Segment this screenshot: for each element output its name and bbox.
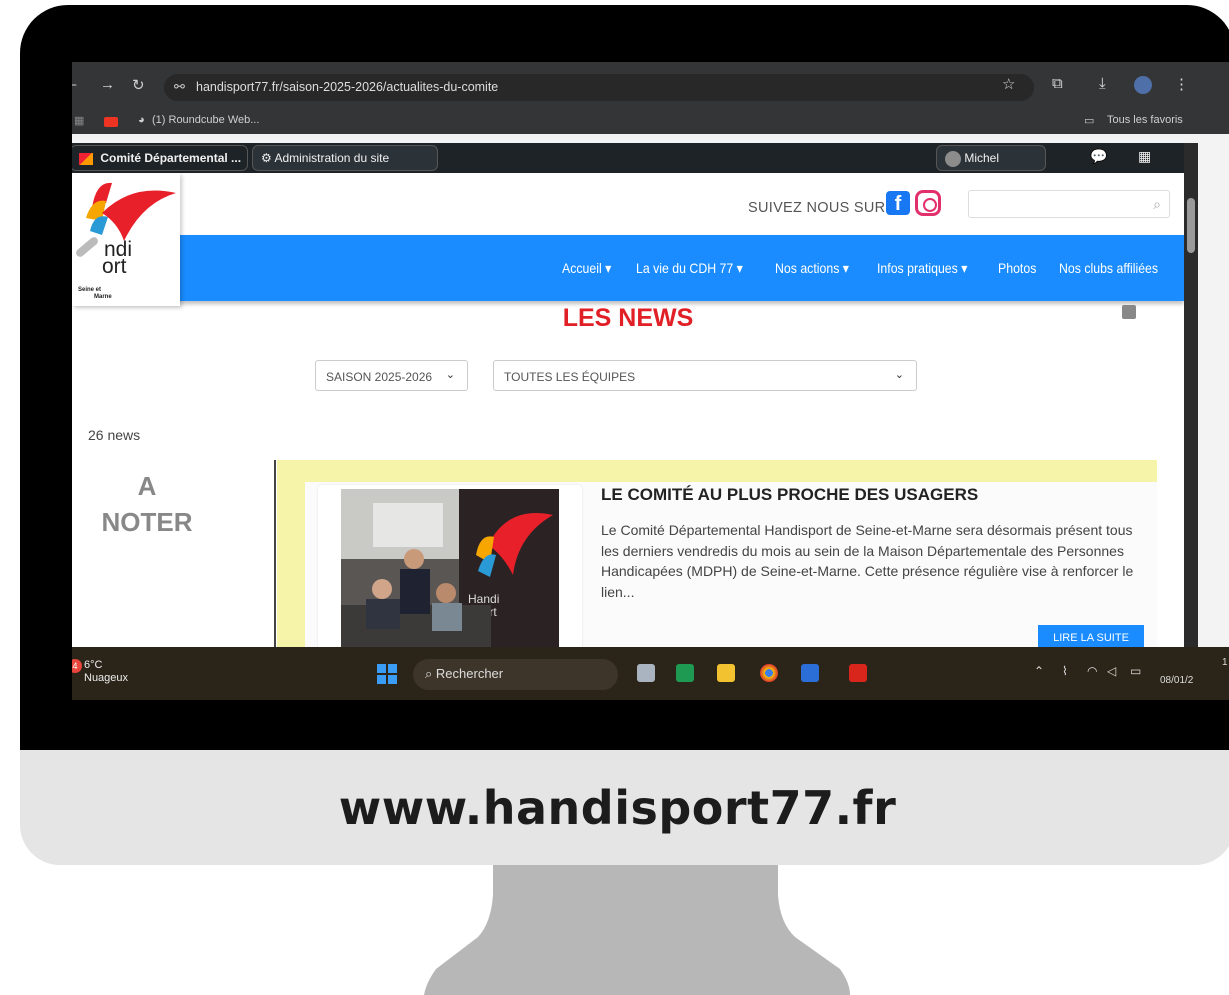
gear-icon: ⚙ [261, 151, 272, 165]
scrollbar-thumb[interactable] [1187, 198, 1195, 253]
reload-icon[interactable]: ↻ [132, 76, 145, 94]
monitor-url-label: www.handisport77.fr [338, 780, 897, 835]
outlook-icon[interactable] [801, 664, 819, 682]
instagram-icon[interactable] [915, 190, 941, 216]
screen: – → ↻ ⚯ handisport77.fr/saison-2025-2026… [72, 62, 1229, 700]
taskbar-search-label: Rechercher [435, 666, 504, 681]
nav-item-0[interactable]: Accueil ▾ [562, 260, 611, 277]
page-scrollbar[interactable] [1184, 143, 1198, 647]
nav-item-5[interactable]: Nos clubs affiliées [1059, 260, 1158, 277]
season-select-value: SAISON 2025-2026 [326, 370, 433, 384]
article-excerpt: Le Comité Départemental Handisport de Se… [601, 522, 1134, 600]
forward-icon[interactable]: → [100, 76, 115, 93]
page-title: LES NEWS [562, 304, 694, 332]
photo-banner-text-1: Handi [468, 592, 499, 606]
all-bookmarks[interactable]: Tous les favoris [1107, 114, 1183, 126]
folder-icon: ▭ [1084, 115, 1095, 127]
site-header: SUIVEZ NOUS SUR f ⌕ [72, 173, 1184, 235]
user-avatar [945, 151, 961, 167]
comments-icon[interactable]: 💬 [1090, 148, 1107, 165]
youtube-icon[interactable] [104, 117, 118, 127]
handisport-logo-icon: ndi ort Seine et Marne [76, 182, 176, 300]
user-name: Michel [964, 151, 1000, 166]
site-info-icon[interactable]: ⚯ [174, 79, 185, 95]
nav-item-1[interactable]: La vie du CDH 77 ▾ [636, 260, 743, 277]
search-icon: ⌕ [425, 666, 436, 681]
a-noter-line-2: NOTER [101, 507, 193, 537]
site-logo[interactable]: ndi ort Seine et Marne [72, 173, 180, 306]
nav-item-4[interactable]: Photos [998, 260, 1036, 277]
logo-region-2: Marne [94, 294, 112, 300]
news-count: 26 news [88, 427, 141, 443]
url-text: handisport77.fr/saison-2025-2026/actuali… [196, 80, 499, 94]
monitor-stand [424, 865, 850, 995]
a-noter-heading: A NOTER [82, 468, 212, 540]
task-view-icon[interactable] [637, 664, 655, 682]
volume-icon[interactable]: ◁ [1107, 664, 1116, 678]
user-menu[interactable]: Michel [936, 145, 1046, 171]
site-tab-label: Comité Départemental ... [100, 151, 242, 165]
teams-select[interactable]: TOUTES LES ÉQUIPES ⌄ [493, 360, 917, 391]
weather-widget[interactable]: 6°C Nuageux [84, 659, 128, 685]
season-select[interactable]: SAISON 2025-2026 ⌄ [315, 360, 468, 391]
extensions-icon[interactable]: ⧉ [1052, 75, 1063, 92]
search-input[interactable]: ⌕ [968, 190, 1170, 218]
roundcube-icon: ◕ [138, 114, 145, 126]
star-icon[interactable]: ☆ [1002, 75, 1015, 93]
tray-chevron-up-icon[interactable]: ⌃ [1034, 664, 1044, 678]
bookmark-roundcube[interactable]: (1) Roundcube Web... [152, 114, 259, 126]
article-title[interactable]: LE COMITÉ AU PLUS PROCHE DES USAGERS [601, 485, 978, 505]
rss-icon[interactable] [1122, 305, 1136, 319]
excel-icon[interactable] [676, 664, 694, 682]
weather-badge: 4 [72, 659, 82, 673]
monitor-chin: www.handisport77.fr [20, 750, 1229, 865]
clock-time[interactable]: 1 [1222, 657, 1228, 668]
news-photo[interactable]: Handi Sport [318, 485, 582, 650]
chevron-down-icon: ⌄ [894, 369, 904, 381]
download-icon[interactable]: ⤓ [1099, 75, 1106, 92]
wp-admin-bar: Comité Départemental ... ⚙ Administratio… [72, 143, 1184, 173]
main-nav: Accueil ▾ La vie du CDH 77 ▾ Nos actions ▾… [72, 235, 1184, 301]
logo-region-1: Seine et [78, 287, 101, 293]
back-icon[interactable]: – [72, 76, 76, 93]
file-explorer-icon[interactable] [717, 664, 735, 682]
browser-toolbar: – → ↻ ⚯ handisport77.fr/saison-2025-2026… [72, 62, 1229, 112]
weather-condition: Nuageux [84, 672, 129, 684]
taskbar-search[interactable]: ⌕ Rechercher [413, 659, 618, 690]
network-icon[interactable]: ⌇ [1062, 664, 1068, 678]
windows-taskbar: 4 6°C Nuageux ⌕ Rechercher ⌃ ⌇ ◠ ◁ ▭ 1 0… [72, 647, 1229, 700]
nav-item-3[interactable]: Infos pratiques ▾ [877, 260, 967, 277]
apps-icon[interactable]: ▦ [74, 114, 84, 127]
chrome-icon[interactable] [760, 664, 778, 682]
site-favicon [79, 152, 93, 165]
windows-start-icon[interactable] [377, 664, 397, 684]
admin-dashboard-tab[interactable]: ⚙ Administration du site [252, 145, 438, 171]
facebook-icon[interactable]: f [886, 191, 910, 215]
chevron-down-icon: ⌄ [445, 369, 455, 381]
bookmarks-bar: ▦ ◕ (1) Roundcube Web... ▭ Tous les favo… [72, 110, 1229, 134]
web-page: SUIVEZ NOUS SUR f ⌕ Accueil ▾ La vie du C… [72, 173, 1184, 652]
monitor: – → ↻ ⚯ handisport77.fr/saison-2025-2026… [0, 0, 1229, 995]
teams-select-value: TOUTES LES ÉQUIPES [504, 370, 636, 384]
weather-temperature: 6°C [84, 659, 103, 671]
search-icon[interactable]: ⌕ [1153, 196, 1161, 213]
divider [274, 460, 276, 650]
a-noter-line-1: A [137, 471, 157, 501]
acrobat-icon[interactable] [849, 664, 867, 682]
news-photo-image: Handi Sport [341, 489, 559, 650]
wifi-icon[interactable]: ◠ [1087, 664, 1097, 678]
menu-icon[interactable]: ⋮ [1174, 75, 1189, 93]
follow-label: SUIVEZ NOUS SUR [748, 200, 886, 216]
battery-icon[interactable]: ▭ [1130, 664, 1141, 678]
admin-site-tab[interactable]: Comité Départemental ... [72, 145, 248, 171]
address-bar[interactable]: ⚯ handisport77.fr/saison-2025-2026/actua… [164, 74, 1034, 101]
nav-item-2[interactable]: Nos actions ▾ [775, 260, 849, 277]
profile-avatar[interactable] [1134, 76, 1152, 94]
clock-date[interactable]: 08/01/2 [1160, 675, 1193, 686]
calendar-icon[interactable]: ▦ [1138, 148, 1151, 165]
admin-tab-label: Administration du site [274, 151, 390, 165]
logo-word-2: ort [102, 255, 127, 278]
